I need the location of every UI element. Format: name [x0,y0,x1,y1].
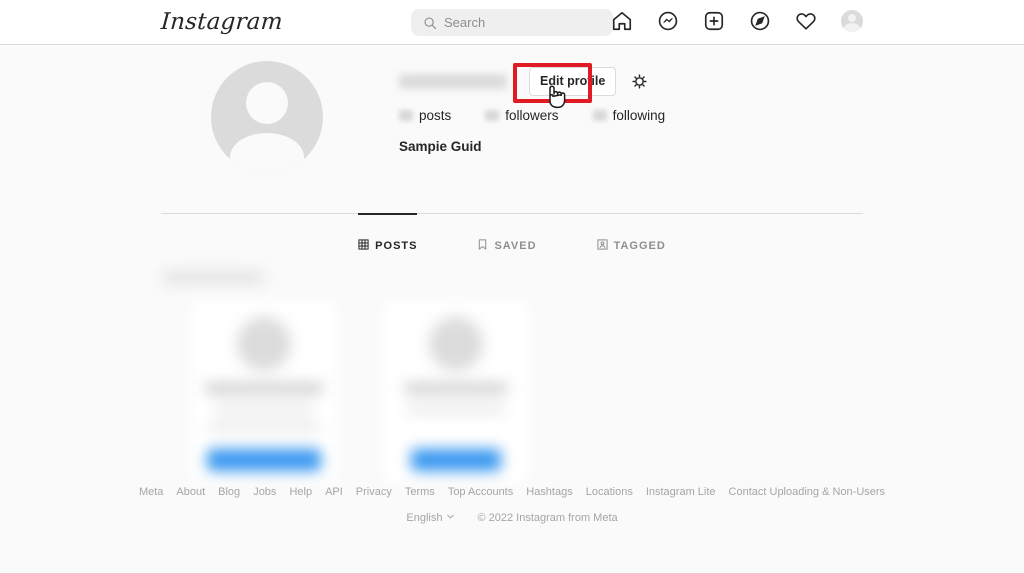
stat-followers[interactable]: followers [485,108,559,123]
footer-link[interactable]: Help [289,486,312,498]
grid-icon [358,239,369,253]
tab-tagged[interactable]: TAGGED [596,214,666,261]
footer-bottom: English © 2022 Instagram from Meta [0,512,1024,524]
footer-link[interactable]: Hashtags [526,486,572,498]
blurred-card-line [215,405,313,413]
tab-tagged-label: TAGGED [613,240,666,252]
chevron-down-icon [446,512,455,524]
followers-count [485,110,500,121]
blurred-card[interactable] [191,301,337,483]
language-selector[interactable]: English [406,512,455,524]
profile-info: Edit profile posts followers following S… [399,65,829,154]
following-count [592,110,607,121]
footer-link[interactable]: About [176,486,205,498]
tagged-person-icon [596,239,608,253]
tab-saved-label: SAVED [494,240,537,252]
instagram-logo[interactable]: Instagram [160,9,284,35]
profile-avatar[interactable] [839,8,865,34]
tab-posts[interactable]: POSTS [358,213,418,261]
footer-link[interactable]: Locations [586,486,633,498]
edit-profile-button[interactable]: Edit profile [529,66,617,96]
profile-full-name: Sampie Guid [399,139,482,154]
footer-link[interactable]: Jobs [253,486,276,498]
footer-link[interactable]: Meta [139,486,163,498]
top-navigation-bar: Instagram Search [0,0,1024,45]
blurred-card-button[interactable] [411,449,501,471]
profile-picture[interactable] [211,61,323,173]
blurred-card-avatar [237,317,291,371]
blurred-card-avatar [429,317,483,371]
blurred-card-line [407,405,505,413]
blurred-card-line [209,423,319,431]
home-icon[interactable] [609,8,635,34]
blurred-card-line [205,383,323,394]
blurred-suggestions-area [161,261,863,491]
language-label: English [406,512,443,524]
footer-link[interactable]: Privacy [356,486,392,498]
footer-link[interactable]: Instagram Lite [646,486,716,498]
page-footer: Meta About Blog Jobs Help API Privacy Te… [0,486,1024,524]
messenger-icon[interactable] [655,8,681,34]
following-label: following [612,108,666,123]
blurred-card[interactable] [383,301,529,483]
stat-posts[interactable]: posts [399,108,451,123]
nav-icon-group [609,8,865,34]
bookmark-icon [477,239,488,253]
profile-tabs: POSTS SAVED TAGGED [161,213,863,261]
footer-link[interactable]: Top Accounts [448,486,513,498]
profile-header: Edit profile posts followers following S… [161,45,863,213]
blurred-section-title [163,271,263,284]
followers-label: followers [505,108,559,123]
heart-icon[interactable] [793,8,819,34]
gear-icon[interactable] [631,73,648,90]
blurred-card-button[interactable] [207,449,321,471]
tab-saved[interactable]: SAVED [477,214,536,261]
username-row: Edit profile [399,65,829,97]
footer-link[interactable]: Contact Uploading & Non-Users [729,486,886,498]
copyright-text: © 2022 Instagram from Meta [477,512,618,524]
tab-posts-label: POSTS [375,240,418,252]
profile-stats: posts followers following [399,108,829,123]
footer-links: Meta About Blog Jobs Help API Privacy Te… [0,486,1024,498]
stat-following[interactable]: following [592,108,666,123]
new-post-icon[interactable] [701,8,727,34]
search-placeholder: Search [444,15,486,30]
footer-link[interactable]: API [325,486,343,498]
username [399,73,507,89]
footer-link[interactable]: Blog [218,486,240,498]
posts-label: posts [419,108,452,123]
footer-link[interactable]: Terms [405,486,435,498]
instagram-profile-page: Instagram Search Edit profile posts foll… [0,0,1024,573]
search-icon [423,16,437,30]
posts-count [399,110,413,121]
explore-compass-icon[interactable] [747,8,773,34]
blurred-card-line [405,383,507,394]
search-input[interactable]: Search [411,9,613,36]
profile-content: Edit profile posts followers following S… [161,45,863,491]
